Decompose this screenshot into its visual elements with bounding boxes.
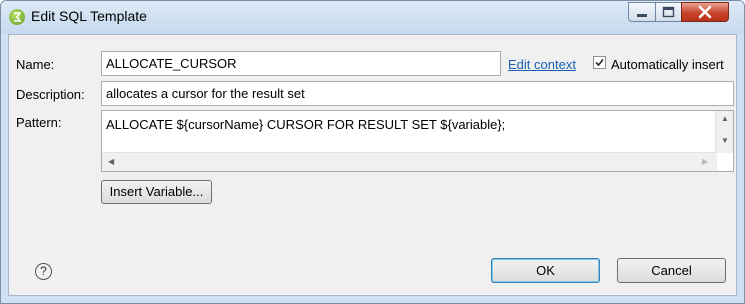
scroll-up-icon[interactable]: ▲ <box>721 115 729 123</box>
help-icon[interactable]: ? <box>35 263 52 280</box>
maximize-button[interactable] <box>655 2 682 22</box>
name-label: Name: <box>16 57 55 72</box>
pattern-text: ALLOCATE ${cursorName} CURSOR FOR RESULT… <box>106 117 506 132</box>
auto-insert-checkbox[interactable] <box>593 56 606 69</box>
close-button[interactable] <box>681 2 729 22</box>
app-icon <box>9 9 25 25</box>
maximize-icon <box>662 6 675 18</box>
auto-insert-label: Automatically insert <box>611 57 724 72</box>
minimize-icon <box>637 14 647 17</box>
pattern-label: Pattern: <box>16 115 62 130</box>
scroll-right-icon[interactable]: ▶ <box>702 158 708 166</box>
ok-button[interactable]: OK <box>491 258 600 283</box>
scroll-left-icon[interactable]: ◀ <box>108 158 114 166</box>
description-field[interactable]: allocates a cursor for the result set <box>101 81 734 106</box>
minimize-button[interactable] <box>628 2 656 22</box>
name-field[interactable]: ALLOCATE_CURSOR <box>101 51 501 76</box>
close-icon <box>698 5 712 19</box>
title-bar[interactable]: Edit SQL Template <box>1 1 744 34</box>
cancel-button[interactable]: Cancel <box>617 258 726 283</box>
edit-context-link[interactable]: Edit context <box>508 57 576 72</box>
pattern-textarea[interactable]: ALLOCATE ${cursorName} CURSOR FOR RESULT… <box>101 110 734 172</box>
horizontal-scrollbar[interactable]: ◀ ▶ <box>102 152 717 171</box>
window-title: Edit SQL Template <box>31 8 147 24</box>
checkmark-icon <box>595 58 604 67</box>
dialog-content: Name: ALLOCATE_CURSOR Edit context Autom… <box>8 34 737 296</box>
insert-variable-button[interactable]: Insert Variable... <box>101 180 212 204</box>
vertical-scrollbar[interactable]: ▲ ▼ <box>715 111 733 153</box>
scroll-down-icon[interactable]: ▼ <box>721 137 729 145</box>
dialog-window: Edit SQL Template Name: ALLOCATE_CURSOR … <box>0 0 745 304</box>
description-label: Description: <box>16 87 85 102</box>
